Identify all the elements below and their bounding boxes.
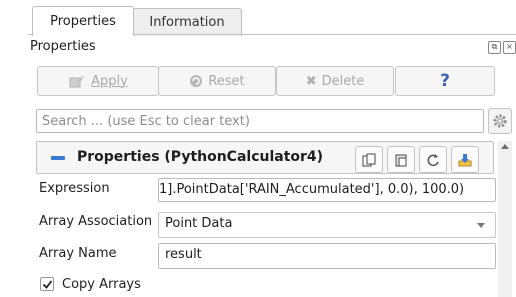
array-association-select[interactable]: Point Data	[158, 212, 496, 238]
expression-value: 1].PointData['RAIN_Accumulated'], 0.0), …	[159, 182, 465, 197]
copy-icon	[362, 153, 376, 166]
help-button[interactable]: ?	[395, 66, 495, 96]
array-name-label: Array Name	[39, 246, 117, 261]
restore-default-icon	[427, 153, 439, 166]
tab-information-label: Information	[149, 15, 225, 30]
advanced-toggle-button[interactable]	[488, 108, 512, 134]
panel-title: Properties	[30, 39, 96, 54]
array-name-field[interactable]: result	[158, 243, 496, 269]
paste-icon	[395, 154, 407, 166]
copy-arrays-label: Copy Arrays	[62, 277, 141, 292]
properties-section-header[interactable]: Properties (PythonCalculator4)	[36, 141, 494, 174]
float-icon[interactable]: ⧉	[488, 41, 501, 54]
tab-properties-label: Properties	[50, 14, 116, 29]
dock-buttons: ⧉ ×	[488, 41, 516, 55]
delete-button[interactable]: ✖ Delete	[276, 66, 394, 96]
section-title: Properties (PythonCalculator4)	[77, 149, 324, 165]
properties-scrollbar[interactable]	[498, 141, 512, 297]
tab-properties[interactable]: Properties	[32, 6, 134, 36]
chevron-down-icon	[477, 223, 485, 228]
save-icon	[458, 153, 472, 166]
array-name-value: result	[165, 247, 202, 262]
array-association-label: Array Association	[39, 214, 153, 229]
array-association-value: Point Data	[165, 216, 233, 231]
reset-button[interactable]: Reset	[158, 66, 276, 96]
scroll-up-icon[interactable]	[501, 144, 509, 149]
copy-button[interactable]	[355, 146, 383, 173]
delete-icon: ✖	[305, 73, 317, 89]
copy-arrays-checkbox[interactable]	[40, 277, 54, 291]
apply-button[interactable]: Apply	[37, 66, 159, 96]
tab-bar: Properties Information	[28, 0, 516, 36]
collapse-icon[interactable]	[51, 156, 65, 160]
restore-default-button[interactable]	[419, 146, 447, 173]
reset-label: Reset	[208, 73, 245, 89]
apply-label: Apply	[91, 73, 128, 89]
paste-button[interactable]	[387, 146, 415, 173]
tab-information[interactable]: Information	[132, 8, 242, 36]
expression-field[interactable]: 1].PointData['RAIN_Accumulated'], 0.0), …	[158, 178, 496, 202]
gear-icon	[493, 114, 507, 128]
expression-label: Expression	[39, 181, 110, 196]
search-input[interactable]	[36, 109, 484, 133]
delete-label: Delete	[321, 73, 365, 89]
close-icon[interactable]: ×	[503, 41, 516, 54]
check-icon	[42, 279, 52, 289]
help-icon: ?	[440, 71, 450, 91]
apply-icon	[69, 75, 85, 88]
save-default-button[interactable]	[451, 146, 479, 173]
reset-icon	[190, 75, 203, 87]
